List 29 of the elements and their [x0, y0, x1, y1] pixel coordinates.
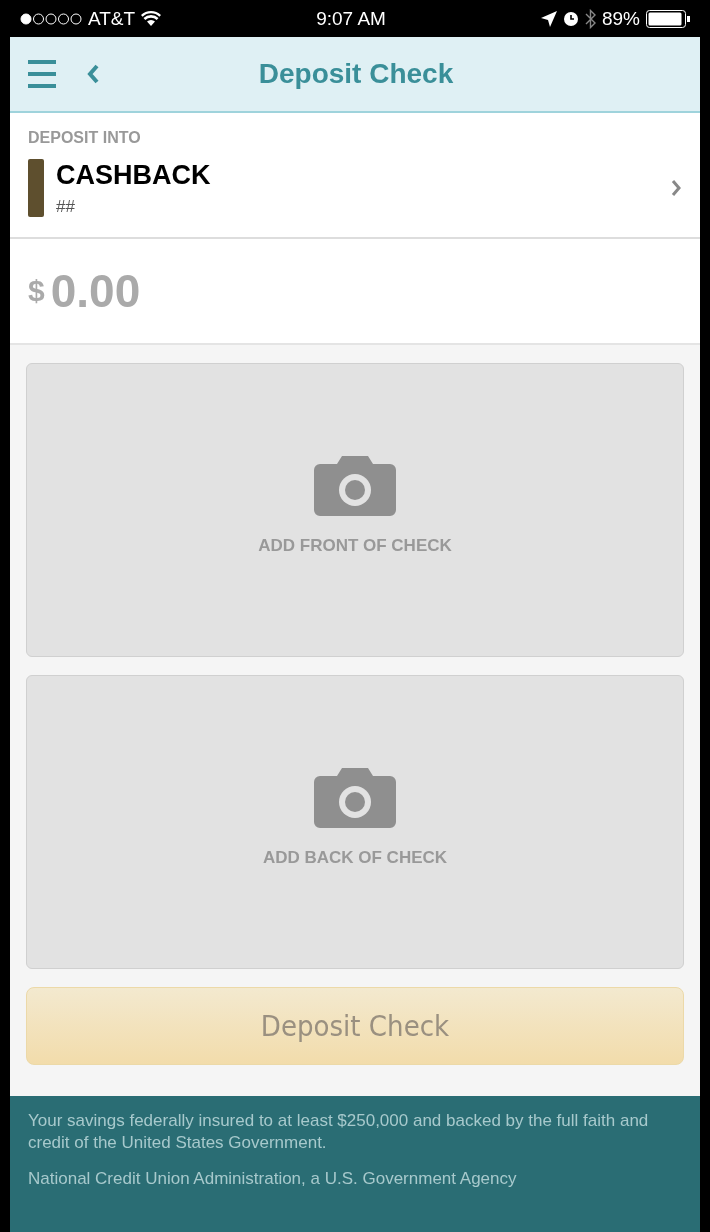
carrier-name: AT&T — [88, 7, 136, 30]
account-color-bar — [28, 159, 44, 217]
amount-field[interactable]: $0.00 — [10, 239, 700, 345]
footer-text: Your savings federally insured to at least $250,000 and backed by the full faith and credit of the United States Government. — [28, 1110, 650, 1154]
chevron-right-icon — [670, 178, 682, 198]
section-label: DEPOSIT INTO — [28, 129, 142, 147]
account-number: ## — [56, 196, 76, 217]
account-name: CASHBACK — [56, 159, 212, 191]
amount-value: 0.00 — [50, 264, 141, 318]
clock: 9:07 AM — [316, 7, 386, 30]
screen-title: Deposit Check — [257, 58, 455, 90]
currency-symbol: $ — [28, 274, 45, 308]
check-capture-card[interactable]: ADD BACK OF CHECK — [26, 675, 684, 969]
back-button[interactable] — [86, 63, 100, 85]
footer-text: National Credit Union Administration, a U.S. Government Agency — [28, 1168, 518, 1190]
camera-icon — [314, 454, 396, 516]
back-icon — [86, 63, 100, 85]
check-capture-card[interactable]: ADD FRONT OF CHECK — [26, 363, 684, 657]
location-icon — [540, 10, 557, 27]
account-selector[interactable]: CASHBACK ## — [28, 159, 682, 217]
battery-percentage: 89% — [601, 7, 640, 30]
alarm-icon — [562, 10, 579, 27]
signal-icon — [20, 12, 82, 25]
bluetooth-icon — [584, 8, 596, 29]
camera-icon — [314, 766, 396, 828]
wifi-icon — [141, 11, 162, 26]
menu-button[interactable] — [28, 59, 56, 89]
menu-icon — [28, 59, 56, 89]
battery-icon — [646, 9, 690, 28]
